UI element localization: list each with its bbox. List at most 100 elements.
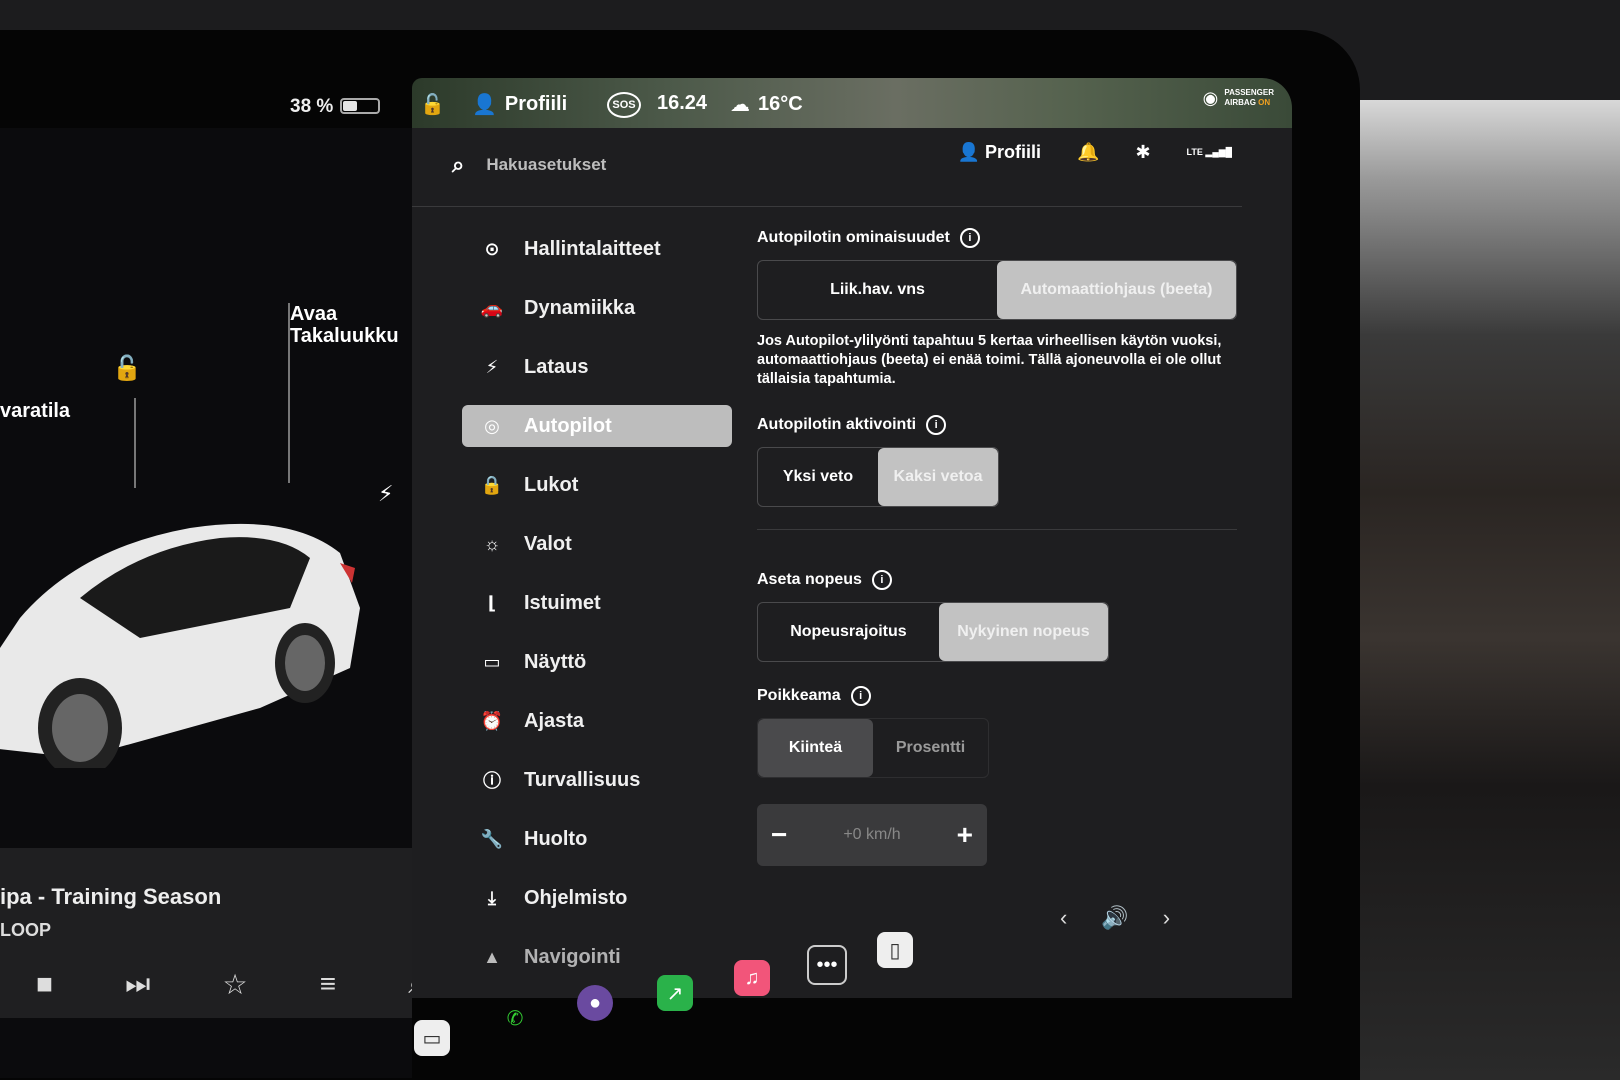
plus-button[interactable]: +: [957, 819, 973, 851]
wrench-icon: 🔧: [480, 828, 504, 849]
track-title: ipa - Training Season: [0, 884, 222, 909]
option-percent[interactable]: Prosentti: [873, 719, 988, 777]
bluetooth-icon[interactable]: ✱: [1135, 142, 1150, 163]
phone-icon[interactable]: ✆: [497, 1000, 533, 1036]
info-icon[interactable]: i: [850, 686, 871, 706]
steering-wheel-icon: ◎: [484, 415, 500, 436]
settings-nav: ⊙ Hallintalaitteet 🚗 Dynamiikka ⚡ Lataus…: [462, 228, 732, 995]
weather: ☁ 16°C: [730, 93, 803, 116]
car-icon: 🚗: [480, 297, 504, 318]
option-fixed[interactable]: Kiinteä: [758, 719, 873, 777]
nav-item-autopilot[interactable]: ◎ Autopilot: [462, 405, 732, 447]
lock-icon: 🔒: [480, 474, 504, 495]
download-icon: ⤓: [488, 887, 496, 908]
nav-item-huolto[interactable]: 🔧 Huolto: [462, 818, 732, 860]
star-icon[interactable]: ☆: [222, 968, 247, 1001]
car-panel: Avaa Takaluukku varatila 🔓 ⚡ ipa - Train…: [0, 128, 412, 1078]
camera-icon[interactable]: ●: [577, 985, 613, 1021]
info-icon[interactable]: i: [959, 228, 980, 248]
autopilot-strike-note: Jos Autopilot-ylilyönti tapahtuu 5 kerta…: [757, 333, 1222, 387]
card-icon[interactable]: ▭: [414, 1020, 450, 1056]
nav-item-istuimet[interactable]: ⌊ Istuimet: [462, 582, 732, 624]
music-icon[interactable]: ♫: [734, 960, 770, 996]
offset-value: +0 km/h: [843, 826, 901, 843]
equalizer-icon[interactable]: ≡: [320, 968, 336, 1001]
volume-controls: ‹ 🔊 ›: [1060, 905, 1170, 931]
offset-stepper: − +0 km/h +: [757, 804, 987, 866]
info-icon[interactable]: i: [926, 415, 947, 435]
charge-port-icon[interactable]: ⚡: [378, 483, 393, 505]
info-icon[interactable]: i: [871, 570, 892, 590]
nav-item-ohjelmisto[interactable]: ⤓ Ohjelmisto: [462, 877, 732, 919]
car-model-image: [0, 523, 360, 768]
autopilot-activation-title: Autopilotin aktivointi i: [757, 415, 1237, 435]
offset-toggle: Kiinteä Prosentti: [757, 718, 989, 778]
sun-icon: ☼: [483, 533, 501, 554]
settings-profile[interactable]: 👤 Profiili: [958, 142, 1041, 163]
section-divider: [757, 529, 1237, 530]
settings-search[interactable]: ⌕ Hakuasetukset: [452, 152, 606, 178]
passenger-airbag-indicator: ◉ PASSENGER AIRBAG ON: [1202, 88, 1274, 108]
autopilot-features-toggle: Liik.hav. vns Automaattiohjaus (beeta): [757, 260, 1237, 320]
person-icon: 👤: [472, 94, 497, 116]
trunk-callout-line: [288, 303, 290, 483]
nav-item-naytto[interactable]: ▭ Näyttö: [462, 641, 732, 683]
autopilot-activation-toggle: Yksi veto Kaksi vetoa: [757, 447, 999, 507]
autopilot-features-title: Autopilotin ominaisuudet i: [757, 228, 1237, 248]
battery-percent: 38 %: [290, 96, 334, 117]
offset-title: Poikkeama i: [757, 686, 1237, 706]
bell-icon[interactable]: 🔔: [1077, 142, 1099, 163]
header-divider: [412, 206, 1242, 207]
option-speed-limit[interactable]: Nopeusrajoitus: [758, 603, 939, 661]
volume-icon[interactable]: 🔊: [1101, 905, 1128, 931]
autopilot-settings: Autopilotin ominaisuudet i Liik.hav. vns…: [757, 228, 1237, 866]
nav-item-turvallisuus[interactable]: ⓘ Turvallisuus: [462, 759, 732, 801]
chevron-left-icon[interactable]: ‹: [1060, 905, 1067, 931]
notes-icon[interactable]: ▯: [877, 932, 913, 968]
unlock-icon[interactable]: 🔓: [112, 357, 142, 381]
minus-button[interactable]: −: [771, 819, 787, 851]
media-player[interactable]: ipa - Training Season LOOP ■ ⏭ ☆ ≡ ⌕: [0, 848, 412, 1018]
set-speed-title: Aseta nopeus i: [757, 570, 1237, 590]
previous-icon[interactable]: ■: [36, 968, 53, 1001]
status-bar: 38 % 🔓 👤 Profiili SOS 16.24 ☁ 16°C ◉ PAS…: [0, 78, 1300, 128]
airbag-icon: ◉: [1202, 88, 1219, 108]
alert-icon: ⓘ: [483, 771, 501, 791]
status-profile[interactable]: 👤 Profiili: [472, 92, 567, 117]
person-icon: 👤: [957, 142, 980, 162]
nav-item-hallintalaitteet[interactable]: ⊙ Hallintalaitteet: [462, 228, 732, 270]
settings-header-right: 👤 Profiili 🔔 ✱ LTE ▂▄▆█: [958, 142, 1232, 163]
nav-item-valot[interactable]: ☼ Valot: [462, 523, 732, 565]
map-preview[interactable]: 🔓 👤 Profiili SOS 16.24 ☁ 16°C ◉ PASSENGE…: [412, 78, 1292, 128]
stocks-icon[interactable]: ↗: [657, 975, 693, 1011]
media-controls: ■ ⏭ ☆ ≡ ⌕: [0, 968, 412, 1001]
frunk-callout[interactable]: varatila: [0, 400, 70, 422]
search-input[interactable]: Hakuasetukset: [486, 155, 606, 175]
nav-item-lukot[interactable]: 🔒 Lukot: [462, 464, 732, 506]
open-trunk-callout[interactable]: Avaa Takaluukku: [290, 303, 399, 347]
bolt-icon: ⚡: [485, 356, 499, 377]
option-autosteer-beta[interactable]: Automaattiohjaus (beeta): [997, 261, 1236, 319]
nav-item-dynamiikka[interactable]: 🚗 Dynamiikka: [462, 287, 732, 329]
next-track-icon[interactable]: ⏭: [125, 968, 150, 1001]
cloud-icon: ☁: [730, 94, 750, 116]
sos-button[interactable]: SOS: [607, 92, 641, 118]
seat-icon: ⌊: [487, 592, 497, 613]
lte-signal-icon: LTE ▂▄▆█: [1186, 147, 1232, 157]
settings-panel: ⌕ Hakuasetukset 👤 Profiili 🔔 ✱ LTE ▂▄▆█ …: [412, 128, 1292, 998]
battery-icon: [340, 98, 380, 114]
app-dock: ▭ ✆ ● ↗ ♫ ••• ▯: [412, 932, 1292, 1080]
option-double-pull[interactable]: Kaksi vetoa: [878, 448, 998, 506]
alarm-clock-icon: ⏰: [480, 710, 504, 731]
option-current-speed[interactable]: Nykyinen nopeus: [938, 603, 1108, 661]
nav-item-ajasta[interactable]: ⏰ Ajasta: [462, 700, 732, 742]
option-traffic-aware-cruise[interactable]: Liik.hav. vns: [758, 261, 997, 319]
nav-item-lataus[interactable]: ⚡ Lataus: [462, 346, 732, 388]
chevron-right-icon[interactable]: ›: [1163, 905, 1170, 931]
set-speed-toggle: Nopeusrajoitus Nykyinen nopeus: [757, 602, 1109, 662]
option-single-pull[interactable]: Yksi veto: [758, 448, 878, 506]
lock-open-icon[interactable]: 🔓: [420, 92, 445, 117]
more-icon[interactable]: •••: [807, 945, 847, 985]
media-source: LOOP: [0, 920, 52, 940]
search-icon: ⌕: [452, 152, 465, 177]
